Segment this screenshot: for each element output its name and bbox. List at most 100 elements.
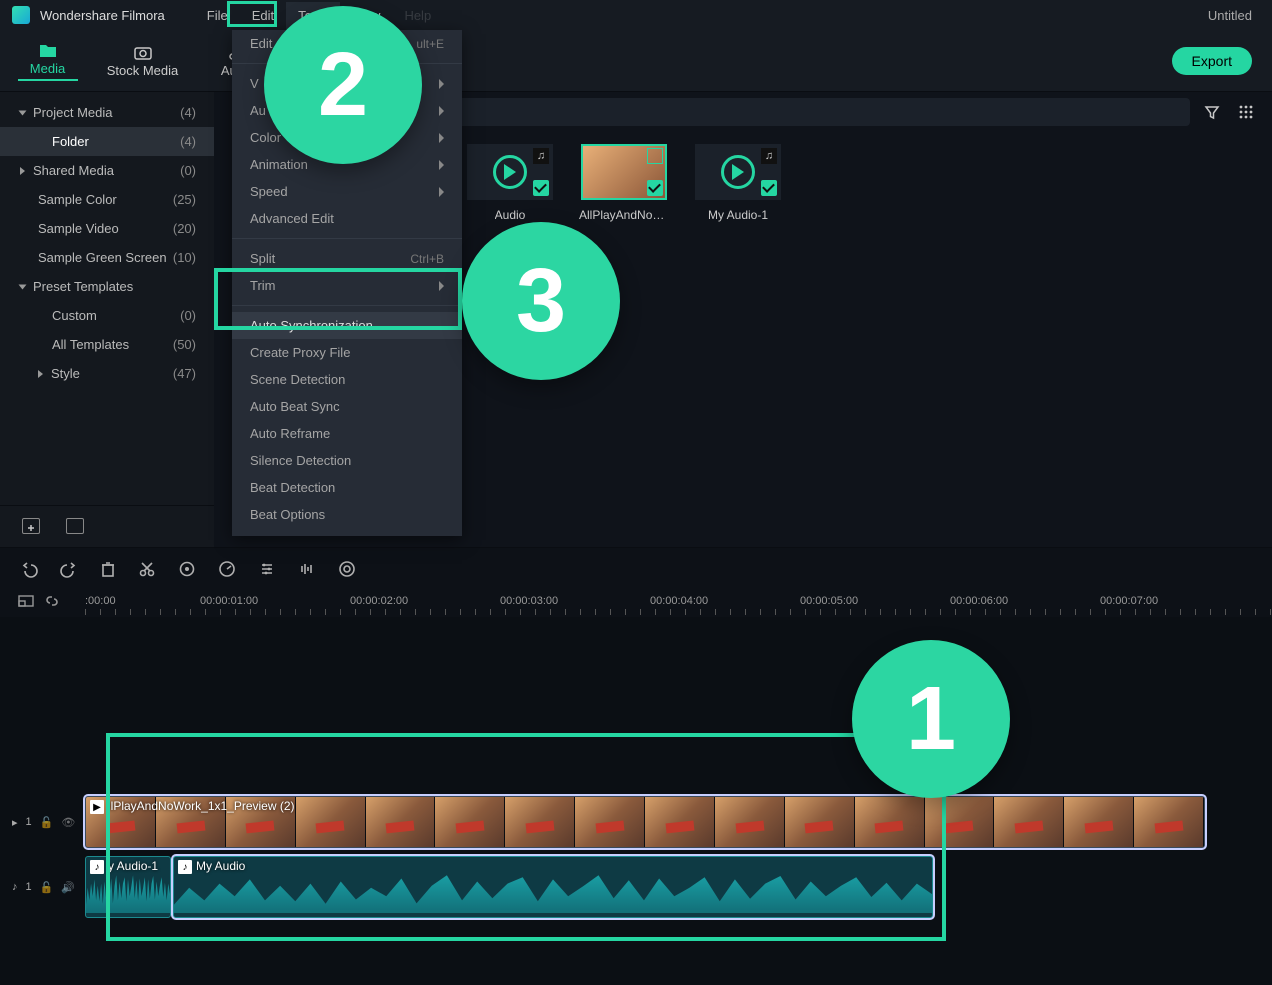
sidebar-item-sample-color[interactable]: Sample Color(25) <box>0 185 214 214</box>
tools-beat-options[interactable]: Beat Options <box>232 501 462 528</box>
tools-auto-reframe[interactable]: Auto Reframe <box>232 420 462 447</box>
menu-help[interactable]: Help <box>392 2 443 29</box>
tools-speed[interactable]: Speed <box>232 178 462 205</box>
clip-label: My Audio <box>196 859 245 873</box>
sidebar: Project Media (4) Folder (4) Shared Medi… <box>0 92 214 547</box>
lock-icon[interactable]: 🔓 <box>40 816 54 829</box>
media-thumb-audio[interactable]: ♫ Audio <box>464 144 556 222</box>
sidebar-item-custom[interactable]: Custom(0) <box>0 301 214 330</box>
folder-icon <box>38 41 58 61</box>
ruler-mark: 00:00:03:00 <box>500 595 558 607</box>
selection-badge-icon <box>647 148 663 164</box>
tab-stock-label: Stock Media <box>107 63 179 78</box>
audio-mix-icon[interactable] <box>298 560 316 578</box>
sidebar-item-style[interactable]: Style (47) <box>0 359 214 388</box>
tools-trim[interactable]: Trim <box>232 272 462 299</box>
sidebar-item-folder[interactable]: Folder (4) <box>0 127 214 156</box>
media-thumb-audio-1[interactable]: ♫ My Audio-1 <box>692 144 784 222</box>
tools-advanced-edit[interactable]: Advanced Edit <box>232 205 462 232</box>
ruler-mark: 00:00:07:00 <box>1100 595 1158 607</box>
step-badge-1: 1 <box>852 640 1010 798</box>
chevron-right-icon <box>20 167 25 175</box>
clip-label: y Audio-1 <box>108 859 158 873</box>
sidebar-item-sample-video[interactable]: Sample Video(20) <box>0 214 214 243</box>
sidebar-item-sample-green-screen[interactable]: Sample Green Screen(10) <box>0 243 214 272</box>
clip-type-icon: ▶ <box>90 800 104 814</box>
tools-beat-detection[interactable]: Beat Detection <box>232 474 462 501</box>
audio-icon <box>493 155 527 189</box>
folder-icon[interactable] <box>66 518 84 534</box>
media-thumb-video[interactable]: AllPlayAndNoW... <box>578 144 670 222</box>
step-badge-3: 3 <box>462 222 620 380</box>
ruler-mark: 00:00:06:00 <box>950 595 1008 607</box>
ruler-mark: 00:00:05:00 <box>800 595 858 607</box>
undo-icon[interactable] <box>20 560 38 578</box>
track-index: 1 <box>26 881 32 893</box>
ruler-mark: :00:00 <box>85 595 116 607</box>
sidebar-bottom-toolbar <box>0 505 214 545</box>
cut-icon[interactable] <box>138 560 156 578</box>
delete-icon[interactable] <box>100 560 116 578</box>
video-clip[interactable]: ▶ llPlayAndNoWork_1x1_Preview (2) <box>85 796 1205 848</box>
check-icon <box>761 180 777 196</box>
document-title: Untitled <box>1208 8 1260 23</box>
sidebar-item-preset-templates[interactable]: Preset Templates <box>0 272 214 301</box>
primary-tabs: Media Stock Media Audio ments Split Scre… <box>0 30 1272 92</box>
track-manager-icon[interactable] <box>18 593 34 614</box>
audio-clip-1[interactable]: ♪ y Audio-1 <box>85 856 171 918</box>
chevron-down-icon <box>19 284 27 289</box>
filter-icon[interactable] <box>1200 100 1224 124</box>
chevron-right-icon <box>38 370 43 378</box>
speaker-icon[interactable]: 🔊 <box>61 881 75 894</box>
audio-track[interactable]: ♪ 1 🔓 🔊 ♪ y Audio-1 ♪ My Audio <box>0 852 1272 922</box>
tools-create-proxy[interactable]: Create Proxy File <box>232 339 462 366</box>
record-icon[interactable] <box>338 560 356 578</box>
tab-media[interactable]: Media <box>0 30 95 92</box>
link-icon[interactable] <box>44 593 60 614</box>
menubar: Wondershare Filmora File Edit Tools View… <box>0 0 1272 30</box>
export-button[interactable]: Export <box>1172 47 1252 75</box>
menu-file[interactable]: File <box>195 2 240 29</box>
music-note-icon: ♫ <box>761 148 777 164</box>
check-icon <box>647 180 663 196</box>
track-index: 1 <box>26 816 32 828</box>
grid-view-icon[interactable] <box>1234 100 1258 124</box>
tab-media-label: Media <box>30 61 65 76</box>
tools-scene-detection[interactable]: Scene Detection <box>232 366 462 393</box>
music-note-icon: ♫ <box>533 148 549 164</box>
redo-icon[interactable] <box>60 560 78 578</box>
crop-icon[interactable] <box>178 560 196 578</box>
ruler-mark: 00:00:01:00 <box>200 595 258 607</box>
clip-type-icon: ♪ <box>178 860 192 874</box>
timeline-toolbar <box>0 547 1272 589</box>
sidebar-item-shared-media[interactable]: Shared Media (0) <box>0 156 214 185</box>
new-folder-icon[interactable] <box>22 518 40 534</box>
app-title: Wondershare Filmora <box>40 8 165 23</box>
tools-split[interactable]: SplitCtrl+B <box>232 245 462 272</box>
app-logo <box>12 6 30 24</box>
audio-clip-2[interactable]: ♪ My Audio <box>173 856 933 918</box>
tab-stock-media[interactable]: Stock Media <box>95 30 190 92</box>
video-track[interactable]: ▸ 1 🔓 👁 ▶ llPlayAndNoWork_1x1_Preview (2… <box>0 792 1272 852</box>
adjust-icon[interactable] <box>258 560 276 578</box>
step-badge-2: 2 <box>264 6 422 164</box>
audio-track-icon: ♪ <box>12 881 18 893</box>
tools-auto-sync[interactable]: Auto Synchronization <box>232 312 462 339</box>
timeline-tracks: ▸ 1 🔓 👁 ▶ llPlayAndNoWork_1x1_Preview (2… <box>0 617 1272 985</box>
camera-icon <box>133 43 153 63</box>
eye-icon[interactable]: 👁 <box>61 816 75 829</box>
timeline-ruler[interactable]: :00:00 00:00:01:00 00:00:02:00 00:00:03:… <box>0 589 1272 617</box>
ruler-mark: 00:00:02:00 <box>350 595 408 607</box>
speed-icon[interactable] <box>218 560 236 578</box>
lock-icon[interactable]: 🔓 <box>40 881 54 894</box>
clip-type-icon: ♪ <box>90 860 104 874</box>
tools-silence-detection[interactable]: Silence Detection <box>232 447 462 474</box>
tools-auto-beat-sync[interactable]: Auto Beat Sync <box>232 393 462 420</box>
clip-label: llPlayAndNoWork_1x1_Preview (2) <box>108 799 295 813</box>
ruler-mark: 00:00:04:00 <box>650 595 708 607</box>
chevron-down-icon <box>19 110 27 115</box>
menu-edit[interactable]: Edit <box>240 2 286 29</box>
sidebar-item-project-media[interactable]: Project Media (4) <box>0 98 214 127</box>
video-track-icon: ▸ <box>12 816 18 829</box>
sidebar-item-all-templates[interactable]: All Templates(50) <box>0 330 214 359</box>
